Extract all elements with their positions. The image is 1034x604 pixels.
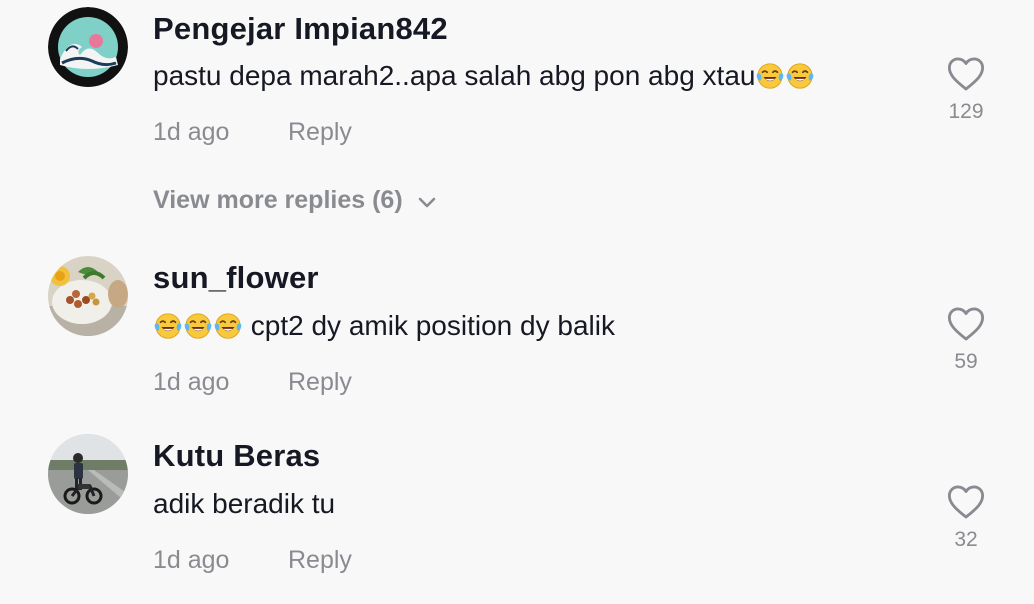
view-more-replies-button[interactable]: View more replies (6) [153,186,437,216]
comment-text: adik beradik tu [153,488,335,520]
chevron-down-icon [417,187,437,216]
reply-button[interactable]: Reply [288,368,352,397]
comment-text: cpt2 dy amik position dy balik [153,310,615,342]
avatar[interactable] [48,7,128,87]
like-button[interactable]: 32 [940,484,992,552]
great-wave-artwork-avatar [48,7,128,87]
comment-text-body: adik beradik tu [153,488,336,519]
comment-timestamp: 1d ago [153,546,230,574]
face-with-tears-of-joy-icon [153,310,183,341]
comment-text: pastu depa marah2..apa salah abg pon abg… [153,60,815,92]
comment-timestamp: 1d ago [153,118,230,146]
like-count: 129 [948,100,984,123]
comment-text-body: cpt2 dy amik position dy balik [243,310,615,341]
comment-username[interactable]: sun_flower [153,260,319,296]
face-with-tears-of-joy-icon [785,60,815,91]
comment-list: Pengejar Impian842 pastu depa marah2..ap… [0,0,1034,604]
avatar[interactable] [48,434,128,514]
comment-timestamp: 1d ago [153,368,230,396]
heart-icon [947,307,985,341]
motorcycle-rider-photo-avatar [48,434,128,514]
face-with-tears-of-joy-icon [213,310,243,341]
face-with-tears-of-joy-icon [755,60,785,91]
face-with-tears-of-joy-icon [183,310,213,341]
like-count: 32 [954,528,978,551]
avatar[interactable] [48,256,128,336]
food-plate-photo-avatar [48,256,128,336]
like-count: 59 [954,350,978,373]
comment-username[interactable]: Kutu Beras [153,438,320,474]
comment-username[interactable]: Pengejar Impian842 [153,11,448,47]
view-more-replies-label: View more replies (6) [153,186,403,214]
heart-icon [947,57,985,91]
like-button[interactable]: 59 [940,306,992,374]
like-button[interactable]: 129 [940,56,992,124]
reply-button[interactable]: Reply [288,118,352,147]
heart-icon [947,485,985,519]
reply-button[interactable]: Reply [288,546,352,575]
comment-text-body: pastu depa marah2..apa salah abg pon abg… [153,60,756,91]
